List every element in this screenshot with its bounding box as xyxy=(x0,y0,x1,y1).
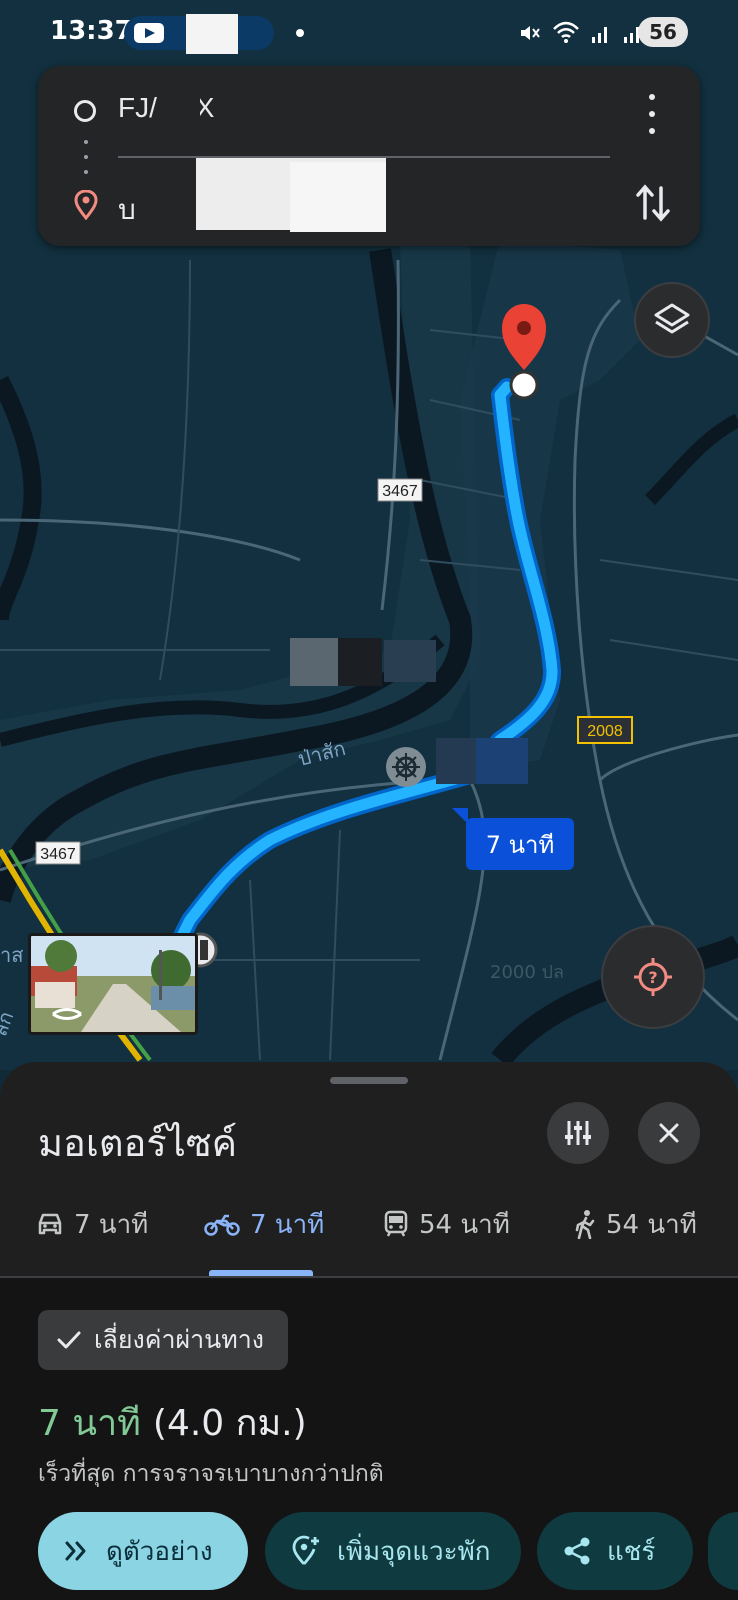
youtube-icon xyxy=(134,23,164,43)
route-note: เร็วที่สุด การจราจรเบาบางกว่าปกติ xyxy=(38,1461,384,1487)
avoid-tolls-chip[interactable]: เลี่ยงค่าผ่านทาง xyxy=(38,1310,288,1370)
route-dots-icon xyxy=(84,140,88,174)
close-icon xyxy=(659,1123,679,1143)
motorcycle-icon xyxy=(204,1214,240,1236)
layers-icon xyxy=(654,303,690,334)
add-location-icon xyxy=(292,1535,319,1565)
road-label-3467-a: 3467 xyxy=(382,483,418,500)
preview-button[interactable]: ดูตัวอย่าง xyxy=(38,1512,248,1590)
road-label-2008: 2008 xyxy=(587,723,623,740)
tab-motorcycle[interactable]: 7 นาที xyxy=(204,1204,324,1244)
tab-driving[interactable]: 7 นาที xyxy=(36,1204,148,1244)
svg-text:?: ? xyxy=(648,968,657,987)
walk-icon xyxy=(575,1210,595,1239)
route-summary: 7 นาที (4.0 กม.) xyxy=(38,1394,307,1451)
tab-transit[interactable]: 54 นาที xyxy=(383,1204,510,1244)
add-stop-label: เพิ่มจุดแวะพัก xyxy=(337,1536,491,1567)
close-button[interactable] xyxy=(638,1102,700,1164)
route-options-button[interactable] xyxy=(547,1102,609,1164)
share-button[interactable]: แชร์ xyxy=(537,1512,693,1590)
signal-icon-1 xyxy=(592,27,607,43)
tab-walking[interactable]: 54 นาที xyxy=(574,1204,697,1244)
my-location-button[interactable]: ? xyxy=(601,925,705,1029)
more-options-icon[interactable] xyxy=(640,94,664,134)
status-bar: 13:37 56 xyxy=(0,0,738,66)
share-label: แชร์ xyxy=(607,1536,656,1567)
wifi-icon xyxy=(553,21,579,43)
status-time: 13:37 xyxy=(50,16,133,46)
street-view-thumbnail[interactable] xyxy=(28,933,198,1035)
route-distance: (4.0 กม.) xyxy=(152,1403,307,1444)
transit-icon xyxy=(384,1210,408,1237)
status-icons xyxy=(518,16,644,50)
share-icon xyxy=(564,1537,590,1565)
tab-walking-label: 54 นาที xyxy=(606,1209,697,1240)
tab-motorcycle-label: 7 นาที xyxy=(250,1209,325,1240)
place-label-left-a: าส xyxy=(0,943,23,967)
sheet-drag-handle[interactable] xyxy=(330,1077,408,1084)
double-chevron-icon xyxy=(65,1541,86,1561)
layers-button[interactable] xyxy=(634,282,710,358)
crosshair-icon: ? xyxy=(634,958,672,996)
road-label-faint: 2000 ปล xyxy=(490,962,564,983)
sliders-icon xyxy=(565,1121,591,1145)
travel-mode-title: มอเตอร์ไซค์ xyxy=(38,1121,238,1165)
origin-circle-icon xyxy=(74,100,96,122)
redacted-block xyxy=(290,162,386,232)
route-time-badge-label: 7 นาที xyxy=(486,831,555,859)
swap-icon[interactable] xyxy=(636,182,670,224)
check-icon xyxy=(57,1331,81,1349)
preview-label: ดูตัวอย่าง xyxy=(106,1536,213,1567)
route-duration: 7 นาที xyxy=(38,1403,141,1444)
car-icon xyxy=(38,1213,62,1235)
notification-dot-icon xyxy=(296,29,304,37)
redacted-block xyxy=(160,86,200,130)
mute-icon xyxy=(521,26,540,40)
battery-indicator: 56 xyxy=(638,17,688,47)
tab-transit-label: 54 นาที xyxy=(419,1209,510,1240)
redacted-block xyxy=(186,14,238,54)
destination-field[interactable]: บ xyxy=(118,188,136,232)
add-stop-button[interactable]: เพิ่มจุดแวะพัก xyxy=(265,1512,521,1590)
tab-driving-label: 7 นาที xyxy=(74,1209,149,1240)
road-label-3467-b: 3467 xyxy=(40,846,76,863)
street-view-image xyxy=(31,936,195,1032)
destination-pin-icon xyxy=(74,190,98,220)
avoid-tolls-label: เลี่ยงค่าผ่านทาง xyxy=(94,1325,264,1354)
travel-mode-tabs: 7 นาที 7 นาที 54 นาที 54 นาที xyxy=(0,1180,738,1278)
